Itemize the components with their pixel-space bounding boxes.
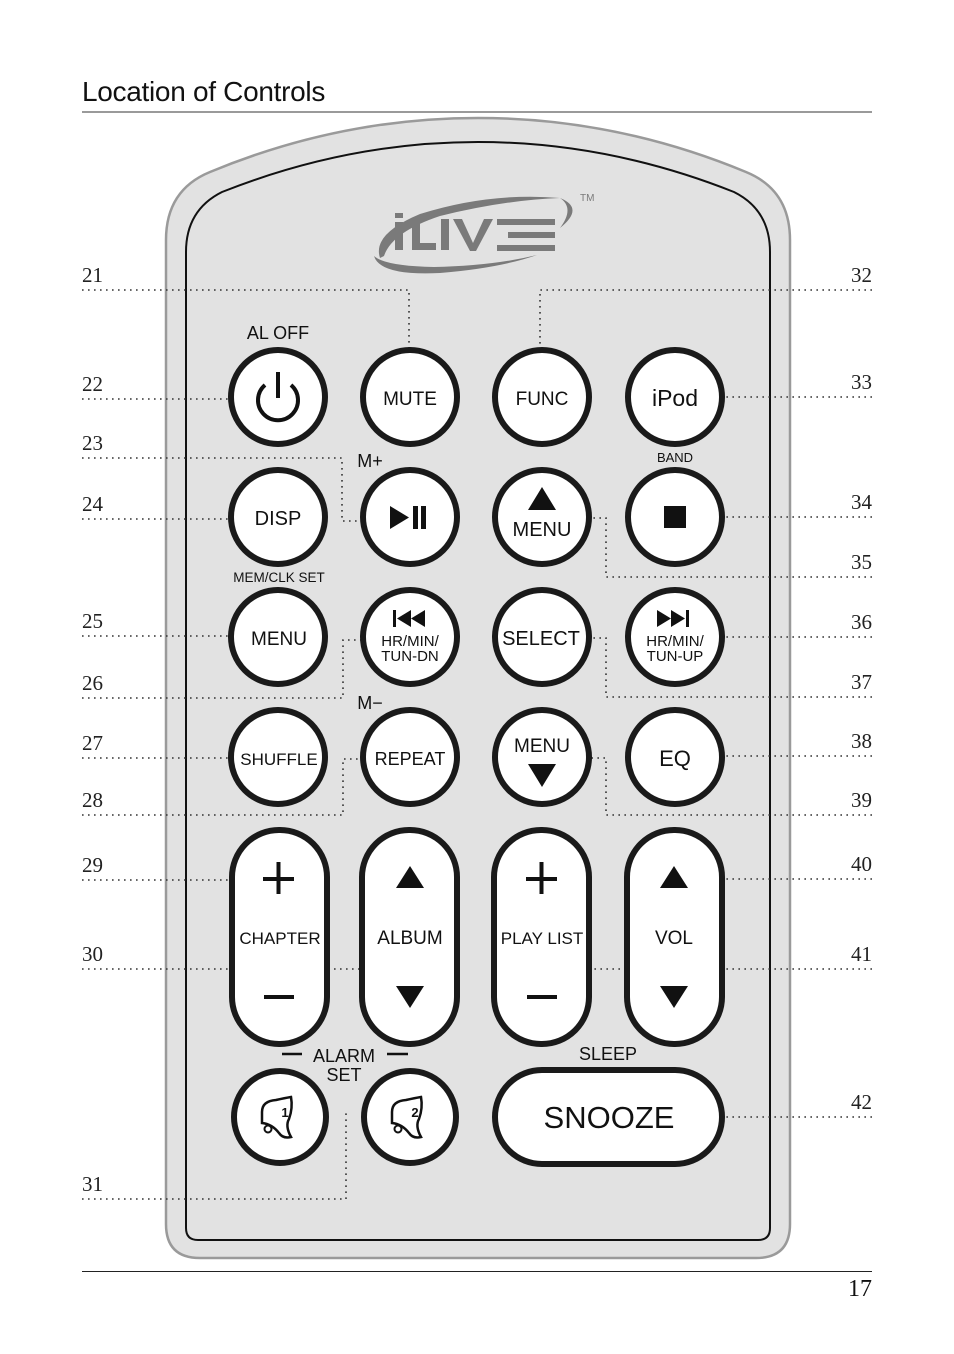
menu-down-button[interactable]: MENU	[492, 707, 592, 807]
snooze-label: SNOOZE	[544, 1100, 675, 1135]
eq-label: EQ	[659, 746, 691, 771]
alarm-2-number: 2	[411, 1105, 418, 1120]
callout-39: 39	[851, 788, 872, 812]
callout-31: 31	[82, 1172, 103, 1196]
page-number: 17	[848, 1276, 872, 1302]
callout-40: 40	[851, 852, 872, 876]
callout-24: 24	[82, 492, 104, 516]
repeat-label: REPEAT	[375, 749, 446, 769]
menu-up-label: MENU	[513, 519, 572, 541]
callout-38: 38	[851, 729, 872, 753]
chapter-rocker[interactable]: CHAPTER	[229, 827, 330, 1047]
callout-35: 35	[851, 550, 872, 574]
callout-32: 32	[851, 263, 872, 287]
callout-21: 21	[82, 263, 103, 287]
prev-label-line2: TUN-DN	[381, 648, 439, 665]
caption-alarm: ALARM	[313, 1046, 375, 1066]
stop-icon	[664, 506, 686, 528]
prev-tune-down-button[interactable]: HR/MIN/ TUN-DN	[360, 587, 460, 687]
vol-label: VOL	[655, 928, 693, 949]
menu-button[interactable]: MENU	[228, 587, 328, 687]
minus-icon	[527, 995, 557, 999]
next-tune-up-button[interactable]: HR/MIN/ TUN-UP	[625, 587, 725, 687]
select-button[interactable]: SELECT	[492, 587, 592, 687]
callout-27: 27	[82, 731, 103, 755]
volume-rocker[interactable]: VOL	[624, 827, 725, 1047]
callout-26: 26	[82, 671, 103, 695]
mute-label: MUTE	[383, 389, 437, 410]
next-label-line2: TUN-UP	[647, 648, 704, 665]
callout-29: 29	[82, 853, 103, 877]
footer-divider	[82, 1271, 872, 1272]
select-label: SELECT	[502, 628, 580, 650]
disp-label: DISP	[255, 508, 302, 530]
album-label: ALBUM	[377, 928, 442, 949]
caption-m-plus: M+	[357, 451, 383, 471]
playlist-rocker[interactable]: PLAY LIST	[491, 827, 592, 1047]
callout-28: 28	[82, 788, 103, 812]
minus-icon	[264, 995, 294, 999]
alarm-2-button[interactable]: 2	[361, 1068, 459, 1166]
func-label: FUNC	[516, 389, 569, 410]
callout-37: 37	[851, 670, 872, 694]
alarm-1-number: 1	[281, 1105, 288, 1120]
mute-button[interactable]: MUTE	[360, 347, 460, 447]
callout-34: 34	[851, 490, 873, 514]
callout-22: 22	[82, 372, 103, 396]
ipod-label: iPod	[652, 385, 698, 411]
callout-33: 33	[851, 370, 872, 394]
trademark-mark: TM	[580, 193, 594, 204]
repeat-button[interactable]: REPEAT	[360, 707, 460, 807]
shuffle-button[interactable]: SHUFFLE	[228, 707, 328, 807]
eq-button[interactable]: EQ	[625, 707, 725, 807]
callout-42: 42	[851, 1090, 872, 1114]
shuffle-label: SHUFFLE	[240, 750, 317, 769]
playlist-label: PLAY LIST	[501, 929, 584, 948]
caption-mem-clk-set: MEM/CLK SET	[233, 570, 325, 585]
disp-button[interactable]: DISP	[228, 467, 328, 567]
chapter-label: CHAPTER	[239, 929, 320, 948]
menu-label: MENU	[251, 629, 307, 650]
callout-36: 36	[851, 610, 872, 634]
caption-sleep: SLEEP	[579, 1044, 637, 1064]
callout-23: 23	[82, 431, 103, 455]
caption-m-minus: M−	[357, 693, 383, 713]
remote-control-diagram: TM 21 22 23 24 25 26 27 28 29 30 31 32 3…	[82, 116, 873, 1260]
album-rocker[interactable]: ALBUM	[359, 827, 460, 1047]
callout-numbers-right: 32 33 34 35 36 37 38 39 40 41 42	[851, 263, 873, 1114]
stop-band-button[interactable]	[625, 467, 725, 567]
play-pause-button[interactable]	[360, 467, 460, 567]
menu-up-button[interactable]: MENU	[492, 467, 592, 567]
callout-numbers-left: 21 22 23 24 25 26 27 28 29 30 31	[82, 263, 104, 1196]
callout-30: 30	[82, 942, 103, 966]
menu-down-label: MENU	[514, 736, 570, 757]
caption-set: SET	[326, 1065, 361, 1085]
power-button[interactable]	[228, 347, 328, 447]
alarm-1-button[interactable]: 1	[231, 1068, 329, 1166]
snooze-sleep-button[interactable]: SNOOZE	[492, 1067, 725, 1167]
caption-band: BAND	[657, 450, 693, 465]
func-button[interactable]: FUNC	[492, 347, 592, 447]
callout-25: 25	[82, 609, 103, 633]
ipod-button[interactable]: iPod	[625, 347, 725, 447]
callout-41: 41	[851, 942, 872, 966]
caption-al-off: AL OFF	[247, 323, 309, 343]
